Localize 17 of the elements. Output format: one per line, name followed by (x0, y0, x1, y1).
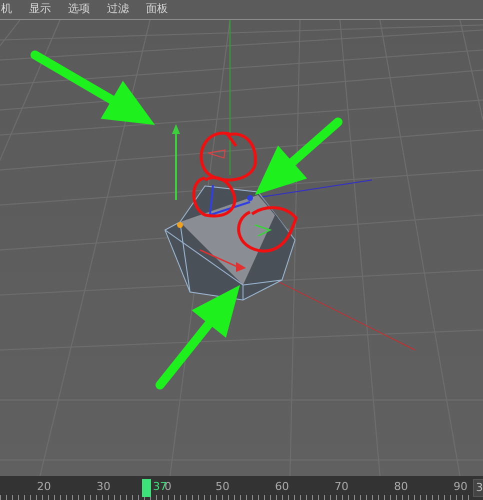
frame-field[interactable]: 3 (473, 479, 483, 497)
polyhedron-drawing[interactable] (164, 185, 296, 301)
frame-number: 50 (216, 480, 230, 493)
frame-number: 70 (334, 480, 348, 493)
axis-handle-drawing[interactable] (172, 124, 272, 272)
current-frame: 37 (153, 480, 167, 493)
menu-item[interactable]: 机 (1, 1, 12, 18)
frame-number: 30 (96, 480, 110, 493)
frame-number: 90 (454, 480, 468, 493)
menu-item[interactable]: 显示 (29, 1, 51, 18)
frame-number: 60 (275, 480, 289, 493)
menu-item[interactable]: 选项 (68, 1, 90, 18)
frame-number: 80 (394, 480, 408, 493)
frame-number: 0 (164, 480, 172, 493)
menu-item[interactable]: 面板 (146, 1, 168, 18)
frame-number: 20 (37, 480, 51, 493)
menu-item[interactable]: 过滤 (107, 1, 129, 18)
